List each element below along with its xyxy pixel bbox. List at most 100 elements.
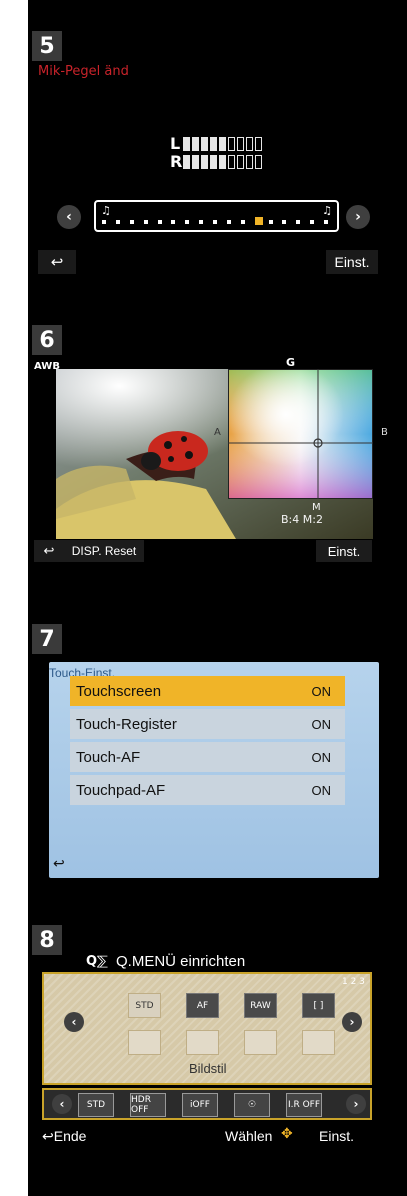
empty-slot[interactable] — [186, 1030, 219, 1055]
slider-tick — [240, 220, 245, 224]
self-timer-icon[interactable]: ☉ — [234, 1093, 270, 1117]
slider-thumb[interactable] — [254, 217, 263, 225]
left-level-meter — [183, 137, 262, 151]
menu-row[interactable]: Touch-AF ON — [70, 742, 345, 772]
disp-reset-button[interactable]: DISP. Reset — [64, 540, 144, 562]
slider-tick — [115, 220, 120, 224]
menu-row-value: ON — [311, 716, 332, 732]
end-button[interactable]: ↩Ende — [42, 1128, 86, 1145]
empty-slot[interactable] — [244, 1030, 277, 1055]
slider-tick — [102, 220, 106, 224]
slider-tick — [199, 220, 204, 224]
chevron-left-icon[interactable]: ‹ — [52, 1094, 72, 1114]
set-button[interactable]: Einst. — [319, 1128, 354, 1144]
raw-quality-icon[interactable]: RAW — [244, 993, 277, 1018]
empty-slot[interactable] — [128, 1030, 161, 1055]
level-segment — [228, 137, 235, 151]
level-segment — [183, 137, 190, 151]
panel-badge: 7 — [32, 624, 62, 654]
menu-row-value: ON — [311, 749, 332, 765]
level-segment — [255, 155, 262, 169]
axis-label-amber: A — [214, 427, 221, 438]
back-button[interactable]: ↩ — [34, 540, 64, 562]
left-channel-label: L — [170, 134, 181, 153]
slider-tick — [157, 220, 162, 224]
choose-label: Wählen — [225, 1128, 273, 1144]
axis-label-magenta: M — [312, 502, 321, 513]
mic-high-icon: ♫ — [322, 204, 332, 217]
chevron-right-icon[interactable]: › — [342, 1012, 362, 1032]
menu-row-value: ON — [311, 782, 332, 798]
level-segment — [228, 155, 235, 169]
white-balance-preview — [56, 369, 373, 539]
screenshot-frame: 5 Mik-Pegel änd L R ‹ ♫ ♫ › ↩ Einst. 6 A… — [28, 0, 407, 1196]
set-button[interactable]: Einst. — [316, 540, 372, 562]
slider-tick — [268, 220, 273, 224]
axis-label-blue: B — [381, 427, 388, 438]
slider-tick — [171, 220, 176, 224]
quick-menu-grid: 1 2 3 ‹ › STD AF RAW [ ] Bildstil — [42, 972, 372, 1085]
chevron-right-icon[interactable]: › — [346, 1094, 366, 1114]
level-segment — [237, 137, 244, 151]
axis-label-green: G — [286, 356, 296, 369]
menu-title: Mik-Pegel änd — [38, 64, 129, 79]
level-segment — [210, 155, 217, 169]
back-icon[interactable]: ↩ — [53, 856, 65, 872]
menu-row-label: Touch-Register — [76, 715, 177, 733]
menu-row-value: ON — [311, 683, 332, 699]
menu-row-label: Touchpad-AF — [76, 781, 166, 799]
white-balance-readout: B:4 M:2 — [281, 513, 323, 526]
mic-low-icon: ♫ — [101, 204, 111, 217]
level-segment — [246, 137, 253, 151]
empty-slot[interactable] — [302, 1030, 335, 1055]
selected-item-label: Bildstil — [189, 1061, 227, 1076]
i-resolution-icon[interactable]: I.R OFF — [286, 1093, 322, 1117]
slider-tick — [282, 220, 287, 224]
level-segment — [192, 155, 199, 169]
menu-row-label: Touch-AF — [76, 748, 141, 766]
level-segment — [210, 137, 217, 151]
slider-tick — [143, 220, 148, 224]
level-segment — [201, 137, 208, 151]
slider-tick — [213, 220, 217, 224]
menu-row[interactable]: Touchpad-AF ON — [70, 775, 345, 805]
menu-row-label: Touchscreen — [76, 682, 162, 700]
touch-settings-panel: Touch-Einst. Touchscreen ON Touch-Register… — [49, 662, 379, 878]
panel-badge: 5 — [32, 31, 62, 61]
right-channel-label: R — [170, 152, 183, 171]
metering-icon[interactable]: [ ] — [302, 993, 335, 1018]
level-segment — [192, 137, 199, 151]
i-dynamic-icon[interactable]: iOFF — [182, 1093, 218, 1117]
slider-tick — [185, 220, 190, 224]
chevron-right-icon[interactable]: › — [346, 205, 370, 229]
set-button[interactable]: Einst. — [326, 250, 378, 274]
panel-badge: 8 — [32, 925, 62, 955]
photo-style-icon[interactable]: STD — [78, 1093, 114, 1117]
quick-menu-icon: Q⅀ — [86, 954, 108, 969]
slider-tick — [324, 220, 328, 224]
slider-tick — [310, 220, 315, 224]
chevron-left-icon[interactable]: ‹ — [64, 1012, 84, 1032]
slider-tick — [296, 220, 301, 224]
style-icon[interactable]: STD — [128, 993, 161, 1018]
slider-tick — [129, 220, 134, 224]
chevron-left-icon[interactable]: ‹ — [57, 205, 81, 229]
quick-menu-strip: ‹ STD HDR OFF iOFF ☉ I.R OFF › — [42, 1088, 372, 1120]
menu-title: Q.MENÜ einrichten — [116, 953, 246, 970]
level-segment — [237, 155, 244, 169]
hdr-icon[interactable]: HDR OFF — [130, 1093, 166, 1117]
panel-badge: 6 — [32, 325, 62, 355]
selector-icon: ✥ — [281, 1126, 293, 1142]
right-level-meter — [183, 155, 262, 169]
level-segment — [219, 155, 226, 169]
page-indicator: 1 2 3 — [342, 977, 365, 987]
slider-tick — [226, 220, 231, 224]
back-button[interactable]: ↩ — [38, 250, 76, 274]
mic-level-slider[interactable]: ♫ ♫ — [94, 200, 339, 232]
level-segment — [219, 137, 226, 151]
level-segment — [201, 155, 208, 169]
menu-row[interactable]: Touchscreen ON — [70, 676, 345, 706]
menu-row[interactable]: Touch-Register ON — [70, 709, 345, 739]
af-mode-icon[interactable]: AF — [186, 993, 219, 1018]
slider-track — [102, 217, 330, 225]
